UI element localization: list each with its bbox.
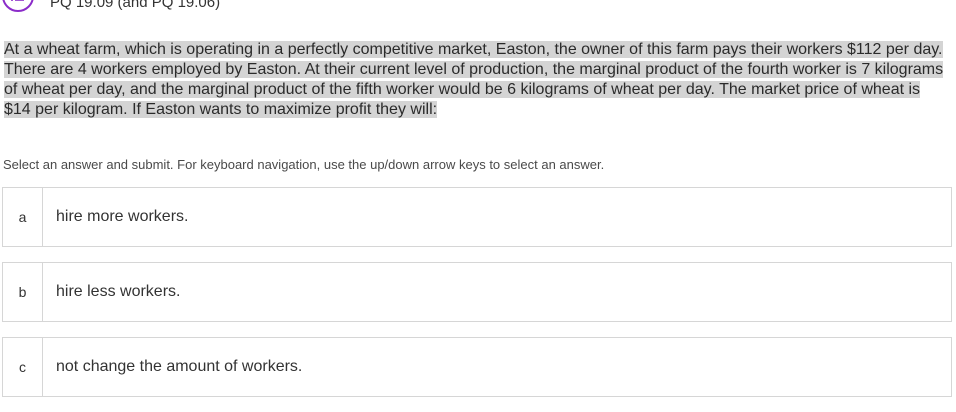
option-letter: b: [3, 263, 43, 321]
answer-option-c[interactable]: c not change the amount of workers.: [2, 337, 952, 397]
answer-option-a[interactable]: a hire more workers.: [2, 187, 952, 247]
question-header: PQ 19.09 (and PQ 19.06): [0, 0, 220, 14]
question-text: At a wheat farm, which is operating in a…: [4, 40, 949, 120]
question-title: PQ 19.09 (and PQ 19.06): [50, 0, 221, 11]
option-text: hire less workers.: [56, 283, 181, 300]
option-text: not change the amount of workers.: [56, 358, 303, 375]
question-text-highlighted: At a wheat farm, which is operating in a…: [4, 41, 944, 118]
option-letter: c: [3, 338, 43, 396]
option-text: hire more workers.: [56, 208, 189, 225]
answer-instruction: Select an answer and submit. For keyboar…: [3, 157, 605, 172]
option-letter: a: [3, 188, 43, 246]
answer-option-b[interactable]: b hire less workers.: [2, 262, 952, 322]
answer-options: a hire more workers. b hire less workers…: [2, 187, 952, 412]
question-list-icon: [2, 0, 34, 12]
